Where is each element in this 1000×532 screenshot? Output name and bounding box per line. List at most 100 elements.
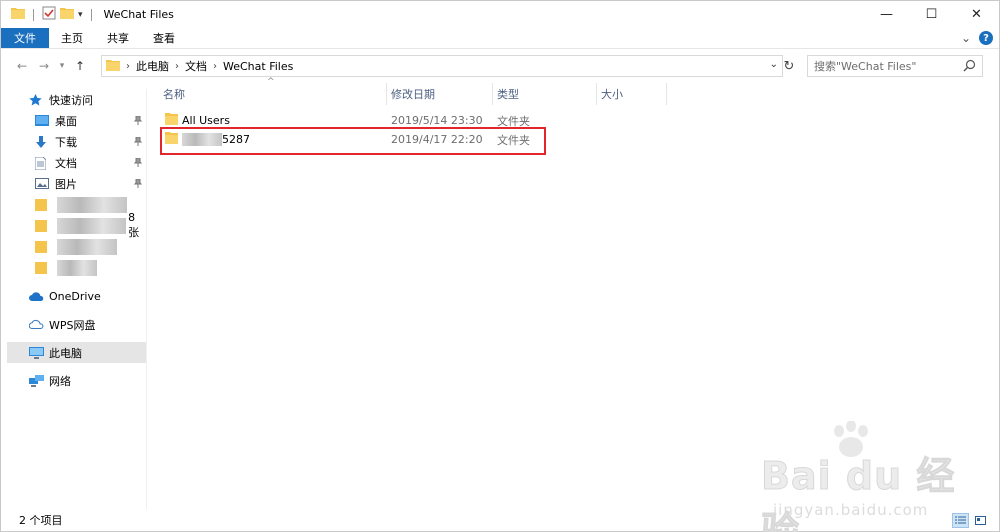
file-date: 2019/5/14 23:30 <box>391 114 483 127</box>
nav-desktop[interactable]: 桌面 <box>7 110 146 131</box>
help-icon[interactable]: ? <box>979 31 993 45</box>
computer-icon <box>29 346 44 359</box>
status-bar: 2 个项目 <box>1 509 999 531</box>
tab-home[interactable]: 主页 <box>49 28 95 48</box>
nav-blurred-folder[interactable] <box>7 257 146 278</box>
item-count: 2 个项目 <box>19 514 63 527</box>
nav-desktop-label: 桌面 <box>55 114 77 128</box>
download-arrow-icon <box>35 135 49 148</box>
address-bar[interactable]: › 此电脑 › 文档 › WeChat Files ⌄ <box>101 55 783 77</box>
up-icon[interactable]: ↑ <box>69 59 91 73</box>
maximize-button[interactable]: ☐ <box>909 1 954 28</box>
search-box[interactable]: 搜索"WeChat Files" <box>807 55 983 77</box>
column-date-label: 修改日期 <box>391 88 435 101</box>
address-row: ← → ▾ ↑ › 此电脑 › 文档 › WeChat Files ⌄ ↻ 搜索… <box>1 53 999 79</box>
back-icon[interactable]: ← <box>11 59 33 73</box>
folder-icon <box>165 113 178 128</box>
chevron-right-icon[interactable]: › <box>126 61 130 72</box>
blurred-label <box>56 217 127 234</box>
column-name-label: 名称 <box>163 88 185 101</box>
nav-network[interactable]: 网络 <box>7 370 146 391</box>
new-folder-icon[interactable] <box>60 7 74 22</box>
cloud-icon <box>29 291 44 303</box>
refresh-icon[interactable]: ↻ <box>780 55 798 77</box>
nav-wps-label: WPS网盘 <box>49 318 96 332</box>
breadcrumb-this-pc[interactable]: 此电脑 <box>136 58 169 74</box>
search-icon[interactable] <box>963 59 976 75</box>
nav-wps-cloud[interactable]: WPS网盘 <box>7 314 146 335</box>
column-type-label: 类型 <box>497 88 519 101</box>
folder-icon <box>106 59 120 74</box>
forward-icon[interactable]: → <box>33 59 55 73</box>
ribbon-tabs: 文件 主页 共享 查看 ⌄ ? <box>1 28 999 49</box>
folder-icon <box>35 198 49 211</box>
blurred-label <box>57 238 117 255</box>
nav-quick-access-label: 快速访问 <box>49 93 93 107</box>
blurred-label <box>57 259 97 276</box>
details-view-icon[interactable] <box>952 513 969 528</box>
pin-icon[interactable] <box>133 157 143 170</box>
search-input[interactable]: 搜索"WeChat Files" <box>814 58 916 74</box>
nav-pictures[interactable]: 图片 <box>7 173 146 194</box>
column-size-label: 大小 <box>601 88 623 101</box>
customize-toolbar-icon[interactable]: ▾ <box>78 10 83 20</box>
file-name-text: All Users <box>182 114 230 127</box>
address-dropdown-icon[interactable]: ⌄ <box>770 59 778 70</box>
window-title: WeChat Files <box>103 8 174 21</box>
document-icon <box>34 156 49 170</box>
folder-icon <box>35 261 49 274</box>
nav-blurred-folder[interactable] <box>7 194 146 215</box>
nav-blurred-folder[interactable] <box>7 236 146 257</box>
column-header-name[interactable]: ^ 名称 <box>159 77 387 105</box>
highlight-annotation <box>160 127 546 155</box>
toolbar-separator <box>90 8 92 21</box>
nav-onedrive[interactable]: OneDrive <box>7 286 146 307</box>
close-button[interactable]: ✕ <box>954 1 999 28</box>
ribbon-right: ⌄ ? <box>961 31 993 45</box>
nav-documents[interactable]: 文档 <box>7 152 146 173</box>
folder-icon <box>35 219 49 232</box>
folder-icon <box>11 7 25 22</box>
column-header-date[interactable]: 修改日期 <box>387 83 493 105</box>
nav-downloads[interactable]: 下载 <box>7 131 146 152</box>
column-header-size[interactable]: 大小 <box>597 83 667 105</box>
star-icon <box>29 93 43 106</box>
explorer-window: ▾ WeChat Files — ☐ ✕ 文件 主页 共享 查看 ⌄ ? ← →… <box>0 0 1000 532</box>
nav-pictures-label: 图片 <box>55 177 77 191</box>
quick-access-toolbar: ▾ <box>1 6 96 23</box>
properties-icon[interactable] <box>42 6 56 23</box>
nav-blurred-folder[interactable]: 8张 <box>7 211 146 239</box>
tab-file[interactable]: 文件 <box>1 28 49 48</box>
chevron-right-icon[interactable]: › <box>175 61 179 72</box>
breadcrumb-wechat-files[interactable]: WeChat Files <box>223 60 293 73</box>
title-bar: ▾ WeChat Files — ☐ ✕ <box>1 1 999 28</box>
nav-quick-access[interactable]: 快速访问 <box>7 89 146 110</box>
nav-downloads-label: 下载 <box>55 135 77 149</box>
pin-icon[interactable] <box>133 115 143 128</box>
minimize-button[interactable]: — <box>864 1 909 28</box>
nav-this-pc[interactable]: 此电脑 <box>7 342 146 363</box>
file-name: All Users <box>165 113 230 128</box>
folder-icon <box>35 240 49 253</box>
pin-icon[interactable] <box>133 178 143 191</box>
chevron-right-icon[interactable]: › <box>213 61 217 72</box>
nav-onedrive-label: OneDrive <box>49 290 101 303</box>
expand-ribbon-icon[interactable]: ⌄ <box>961 31 971 45</box>
nav-this-pc-label: 此电脑 <box>49 346 82 360</box>
nav-documents-label: 文档 <box>55 156 77 170</box>
breadcrumb-documents[interactable]: 文档 <box>185 58 207 74</box>
desktop-icon <box>35 114 49 127</box>
sort-ascending-icon: ^ <box>267 77 275 87</box>
nav-network-label: 网络 <box>49 374 71 388</box>
column-header-type[interactable]: 类型 <box>493 83 597 105</box>
recent-locations-icon[interactable]: ▾ <box>55 61 69 71</box>
baidu-watermark: Bai du 经验 jingyan.baidu.com <box>761 420 961 532</box>
blurred-label <box>57 196 127 213</box>
tab-share[interactable]: 共享 <box>95 28 141 48</box>
pin-icon[interactable] <box>133 136 143 149</box>
tab-view[interactable]: 查看 <box>141 28 187 48</box>
cloud-outline-icon <box>28 319 44 331</box>
large-icons-view-icon[interactable] <box>972 513 989 528</box>
window-controls: — ☐ ✕ <box>864 1 999 28</box>
navigation-pane: 快速访问 桌面 下载 文档 图片 8张 OneDrive WPS网盘 此电脑 网… <box>7 89 147 509</box>
